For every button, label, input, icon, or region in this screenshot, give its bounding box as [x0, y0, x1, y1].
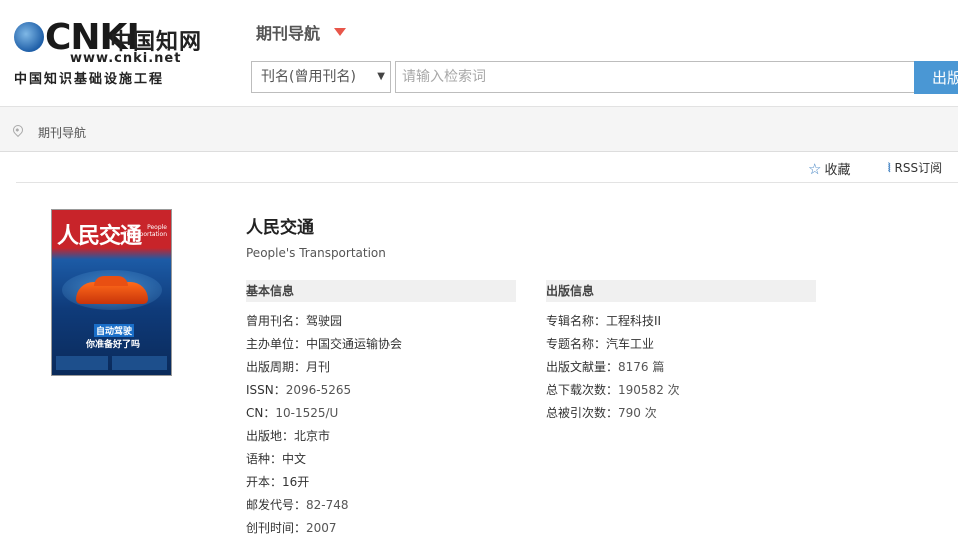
- info-value: 8176 篇: [618, 360, 665, 374]
- favorite-button[interactable]: ☆ 收藏: [808, 159, 850, 178]
- info-value: 月刊: [306, 360, 331, 374]
- info-label: 专辑名称：: [546, 314, 607, 328]
- info-value: 工程科技II: [606, 314, 662, 328]
- cover-en-line: People: [147, 224, 167, 231]
- info-label: 创刊时间：: [246, 521, 307, 535]
- cover-en-title: People Transportation: [124, 224, 167, 238]
- cover-car-illustration: [76, 276, 148, 304]
- info-value: 2096-5265: [285, 383, 352, 397]
- basic-info-heading: 基本信息: [246, 280, 516, 302]
- search-input[interactable]: [395, 61, 915, 93]
- info-label: 出版周期：: [246, 360, 307, 374]
- info-label: 主办单位：: [246, 337, 307, 351]
- info-value: 790 次: [618, 406, 657, 420]
- info-value: 北京市: [294, 429, 331, 443]
- info-value: 10-1525/U: [275, 406, 339, 420]
- pub-info-heading: 出版信息: [546, 280, 816, 302]
- rss-label: RSS订阅: [894, 161, 943, 175]
- action-row: ☆ 收藏 ⦚ RSS订阅: [16, 152, 958, 183]
- cover-subheadline: 你准备好了吗: [86, 340, 141, 350]
- info-value: 中文: [282, 452, 307, 466]
- cnki-logo[interactable]: CNKI 中国知网 www.cnki.net 中国知识基础设施工程: [14, 18, 204, 88]
- logo-subtitle: 中国知识基础设施工程: [14, 72, 165, 87]
- basic-info-row: 开本：16开: [246, 473, 309, 490]
- location-pin-icon: [10, 122, 26, 138]
- logo-url: www.cnki.net: [70, 51, 182, 66]
- basic-info-row: CN：10-1525/U: [246, 404, 338, 421]
- journal-title-en: People's Transportation: [246, 246, 386, 260]
- info-label: 邮发代号：: [246, 498, 307, 512]
- info-value: 2007: [306, 521, 337, 535]
- pub-info-row: 出版文献量：8176 篇: [546, 358, 664, 375]
- info-value: 190582 次: [618, 383, 680, 397]
- basic-info-row: 出版周期：月刊: [246, 358, 330, 375]
- info-label: CN：: [246, 406, 276, 420]
- info-label: 曾用刊名：: [246, 314, 307, 328]
- nav-menu-title[interactable]: 期刊导航: [256, 20, 320, 44]
- breadcrumb-item[interactable]: 期刊导航: [38, 124, 86, 141]
- caret-down-icon[interactable]: [334, 28, 346, 36]
- info-label: 开本：: [246, 475, 283, 489]
- info-label: 语种：: [246, 452, 283, 466]
- journal-cover-image: 人民交通 People Transportation 自动驾驶 你准备好了吗: [51, 209, 172, 376]
- cover-box: [112, 356, 167, 370]
- favorite-label: 收藏: [824, 163, 851, 178]
- search-button[interactable]: 出版: [914, 61, 958, 94]
- chevron-down-icon: ▼: [377, 71, 385, 82]
- info-label: 总下载次数：: [546, 383, 619, 397]
- basic-info-row: 主办单位：中国交通运输协会: [246, 335, 402, 352]
- pub-info-row: 专题名称：汽车工业: [546, 335, 654, 352]
- info-label: 出版地：: [246, 429, 295, 443]
- basic-info-row: 创刊时间：2007: [246, 519, 337, 536]
- star-icon: ☆: [808, 160, 822, 178]
- top-header: CNKI 中国知网 www.cnki.net 中国知识基础设施工程 期刊导航 刊…: [0, 0, 958, 107]
- info-value: 驾驶园: [306, 314, 343, 328]
- cover-box: [56, 356, 108, 370]
- basic-info-row: 语种：中文: [246, 450, 306, 467]
- info-value: 82-748: [306, 498, 349, 512]
- journal-title: 人民交通: [246, 218, 314, 238]
- pub-info-row: 总被引次数：790 次: [546, 404, 657, 421]
- cover-headline: 自动驾驶: [94, 324, 135, 337]
- globe-icon: [14, 22, 44, 52]
- pub-info-row: 总下载次数：190582 次: [546, 381, 680, 398]
- breadcrumb: 期刊导航: [0, 107, 958, 152]
- basic-info-row: ISSN：2096-5265: [246, 381, 351, 398]
- search-field-select[interactable]: 刊名(曾用刊名) ▼: [251, 61, 391, 93]
- info-label: 总被引次数：: [546, 406, 619, 420]
- basic-info-row: 出版地：北京市: [246, 427, 330, 444]
- basic-info-row: 邮发代号：82-748: [246, 496, 349, 513]
- rss-icon: ⦚: [888, 161, 891, 175]
- info-label: 专题名称：: [546, 337, 607, 351]
- basic-info-row: 曾用刊名：驾驶园: [246, 312, 342, 329]
- info-value: 汽车工业: [606, 337, 655, 351]
- info-value: 中国交通运输协会: [306, 337, 403, 351]
- info-label: 出版文献量：: [546, 360, 619, 374]
- info-label: ISSN：: [246, 383, 286, 397]
- pub-info-row: 专辑名称：工程科技II: [546, 312, 661, 329]
- cover-en-line: Transportation: [123, 231, 167, 238]
- rss-subscribe-button[interactable]: ⦚ RSS订阅: [888, 159, 942, 176]
- info-value: 16开: [282, 475, 310, 489]
- search-field-value: 刊名(曾用刊名): [261, 69, 356, 85]
